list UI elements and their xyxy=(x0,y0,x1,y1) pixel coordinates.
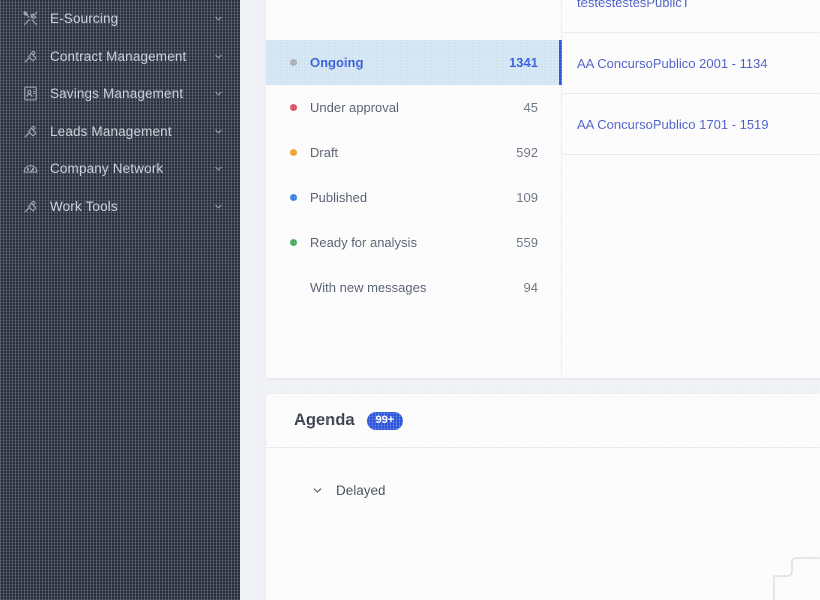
list-item[interactable]: AA ConcursoPublico 1701 - 1519 xyxy=(563,94,820,155)
legend-label: Draft xyxy=(310,145,339,160)
process-link[interactable]: testestestesPublicT xyxy=(577,0,690,10)
sidebar-item-label: Savings Management xyxy=(50,86,184,102)
agenda-group-delayed[interactable]: Delayed xyxy=(266,478,820,502)
recent-processes-list: MM_EP_1417 AA ConsultaPrevia 2001 - 1215… xyxy=(563,0,820,378)
chevron-down-icon[interactable] xyxy=(212,125,224,137)
legend-value: 94 xyxy=(523,280,538,295)
legend-row-with-new-messages[interactable]: With new messages 94 xyxy=(266,265,562,310)
legend-value: 559 xyxy=(516,235,538,250)
status-dot xyxy=(290,104,297,111)
gavel-icon xyxy=(20,46,40,66)
sidebar-item-work-tools[interactable]: Work Tools xyxy=(0,188,240,226)
status-dot xyxy=(290,239,297,246)
sidebar-item-label: Leads Management xyxy=(50,123,172,139)
chat-widget-icon[interactable] xyxy=(768,546,820,600)
status-stats-column: Ongoing 1341 Under approval 45 Draft 592 xyxy=(266,0,562,378)
legend-label: Ready for analysis xyxy=(310,235,417,250)
chevron-down-icon[interactable] xyxy=(212,50,224,62)
sidebar-item-savings-management[interactable]: Savings Management xyxy=(0,75,240,113)
sidebar-item-company-network[interactable]: Company Network xyxy=(0,150,240,188)
agenda-header: Agenda 99+ xyxy=(266,394,820,448)
status-legend: Ongoing 1341 Under approval 45 Draft 592 xyxy=(266,40,562,310)
sidebar-item-label: Work Tools xyxy=(50,198,118,214)
sidebar-item-label: Company Network xyxy=(50,161,164,177)
id-card-icon xyxy=(20,84,40,104)
sidebar-item-leads-management[interactable]: Leads Management xyxy=(0,113,240,151)
legend-row-draft[interactable]: Draft 592 xyxy=(266,130,562,175)
process-link[interactable]: AA ConcursoPublico 1701 - 1519 xyxy=(577,117,769,132)
legend-value: 45 xyxy=(523,100,538,115)
legend-row-under-approval[interactable]: Under approval 45 xyxy=(266,85,562,130)
legend-value: 592 xyxy=(516,145,538,160)
gavel-icon xyxy=(20,196,40,216)
sidebar-item-label: E-Sourcing xyxy=(50,11,119,27)
legend-row-published[interactable]: Published 109 xyxy=(266,175,562,220)
app-root: E-Sourcing Contract Management Savings M… xyxy=(0,0,820,600)
agenda-group-label: Delayed xyxy=(336,482,386,498)
status-dot-placeholder xyxy=(290,284,297,291)
legend-label: Published xyxy=(310,190,368,205)
sidebar: E-Sourcing Contract Management Savings M… xyxy=(0,0,240,600)
agenda-title: Agenda xyxy=(294,411,355,429)
gavel-icon xyxy=(20,121,40,141)
status-dot xyxy=(290,59,297,66)
chevron-down-icon[interactable] xyxy=(212,200,224,212)
legend-label: Ongoing xyxy=(310,55,364,70)
status-dot xyxy=(290,149,297,156)
chevron-down-icon[interactable] xyxy=(212,163,224,175)
legend-label: Under approval xyxy=(310,100,399,115)
dashboard-icon xyxy=(20,159,40,179)
agenda-card: Agenda 99+ Delayed xyxy=(266,394,820,600)
legend-label: With new messages xyxy=(310,280,427,295)
list-item[interactable]: testestestesPublicT xyxy=(563,0,820,33)
chevron-down-icon[interactable] xyxy=(212,13,224,25)
list-item[interactable]: AA ConcursoPublico 2001 - 1134 xyxy=(563,33,820,94)
agenda-count-badge: 99+ xyxy=(366,411,404,430)
sidebar-item-label: Contract Management xyxy=(50,48,187,64)
status-dot xyxy=(290,194,297,201)
process-link[interactable]: AA ConcursoPublico 2001 - 1134 xyxy=(577,56,768,71)
legend-row-ongoing[interactable]: Ongoing 1341 xyxy=(266,40,562,85)
active-row-marker xyxy=(559,40,562,85)
tools-icon xyxy=(20,9,40,29)
legend-row-ready-for-analysis[interactable]: Ready for analysis 559 xyxy=(266,220,562,265)
main-content: Ongoing 1341 Under approval 45 Draft 592 xyxy=(240,0,820,600)
process-status-card: Ongoing 1341 Under approval 45 Draft 592 xyxy=(266,0,820,378)
agenda-body: Delayed xyxy=(266,448,820,502)
legend-value: 1341 xyxy=(509,55,538,70)
chevron-down-icon[interactable] xyxy=(212,88,224,100)
sidebar-item-e-sourcing[interactable]: E-Sourcing xyxy=(0,0,240,38)
chevron-down-icon[interactable] xyxy=(310,483,324,497)
legend-value: 109 xyxy=(516,190,538,205)
sidebar-item-contract-management[interactable]: Contract Management xyxy=(0,38,240,76)
